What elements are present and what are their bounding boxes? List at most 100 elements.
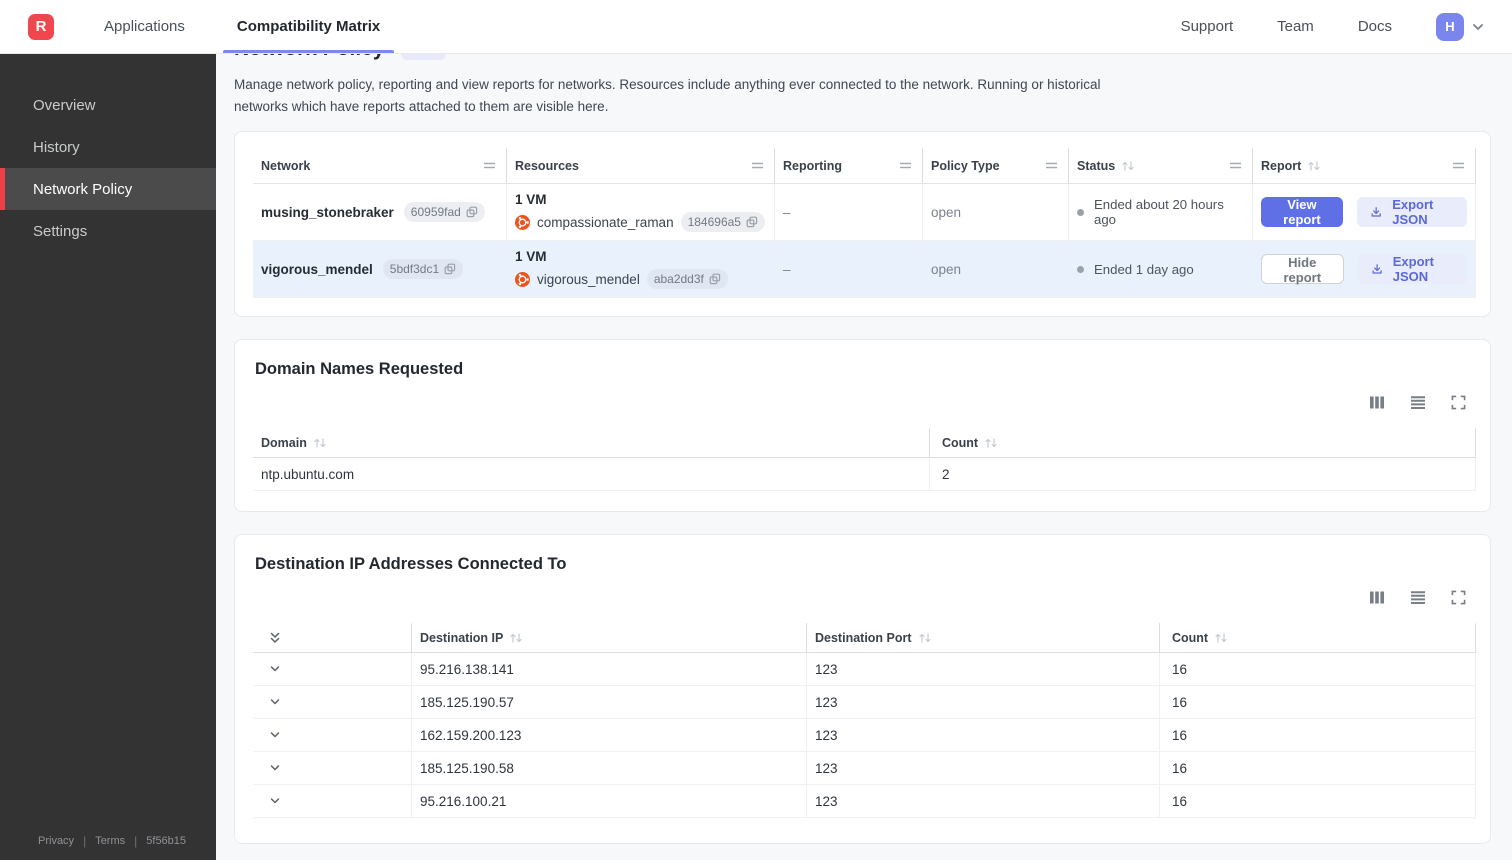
sidebar-footer: Privacy | Terms | 5f56b15 xyxy=(0,834,216,860)
rows-density-icon[interactable] xyxy=(1408,393,1428,412)
network-id-badge: 60959fad xyxy=(403,202,485,223)
column-header-network: Network xyxy=(253,148,507,184)
column-header-status[interactable]: Status xyxy=(1069,148,1253,184)
sidebar-item[interactable]: Settings xyxy=(0,210,216,252)
export-json-label: Export JSON xyxy=(1392,254,1434,285)
domains-table-header: Domain Count xyxy=(253,428,1476,459)
network-table-row: vigorous_mendel 5bdf3dc1 1 VM vigorous_m… xyxy=(253,241,1476,299)
column-menu-icon[interactable] xyxy=(483,161,496,170)
support-link[interactable]: Support xyxy=(1181,18,1234,35)
report-cell: View report Export JSON xyxy=(1253,184,1476,241)
destination-ip-cell: 95.216.138.141 xyxy=(412,653,807,686)
user-avatar[interactable]: H xyxy=(1436,12,1464,41)
expand-all-header[interactable] xyxy=(253,623,412,653)
copy-icon[interactable] xyxy=(444,263,456,275)
destination-row: 185.125.190.58 123 16 xyxy=(253,752,1476,786)
report-toggle-button[interactable]: View report xyxy=(1261,197,1343,228)
docs-link[interactable]: Docs xyxy=(1358,18,1392,35)
column-header-destination-ip[interactable]: Destination IP xyxy=(412,623,807,653)
app-logo[interactable]: R xyxy=(28,13,54,40)
topbar-right: Support Team Docs H xyxy=(1181,0,1512,53)
report-toggle-button[interactable]: Hide report xyxy=(1261,254,1344,285)
column-header-destination-port[interactable]: Destination Port xyxy=(807,623,1160,653)
download-icon xyxy=(1371,207,1381,217)
column-label: Destination IP xyxy=(420,630,504,645)
row-expander[interactable] xyxy=(253,785,412,818)
column-menu-icon[interactable] xyxy=(1452,161,1465,170)
copy-icon[interactable] xyxy=(466,206,478,218)
network-id-badge: 5bdf3dc1 xyxy=(382,259,464,280)
row-expander[interactable] xyxy=(253,719,412,752)
fullscreen-icon[interactable] xyxy=(1449,393,1468,412)
destination-ips-card: Destination IP Addresses Connected To De… xyxy=(234,534,1491,845)
column-menu-icon[interactable] xyxy=(1229,161,1242,170)
destination-card-title: Destination IP Addresses Connected To xyxy=(255,555,567,574)
chevron-down-icon xyxy=(270,699,280,705)
fullscreen-icon[interactable] xyxy=(1449,588,1468,607)
domain-names-card: Domain Names Requested Domain Count ntp.… xyxy=(234,339,1491,513)
double-chevron-down-icon xyxy=(270,632,280,643)
count-cell: 16 xyxy=(1160,686,1476,719)
sort-icon xyxy=(985,438,997,448)
resource-id: 184696a5 xyxy=(687,215,741,230)
destination-card-toolbar xyxy=(253,588,1468,607)
destinations-table-body: 95.216.138.141 123 16 185.125.190.57 123… xyxy=(253,653,1476,819)
column-label: Count xyxy=(942,435,979,450)
domain-card-title: Domain Names Requested xyxy=(255,360,464,379)
status-text: Ended 1 day ago xyxy=(1094,261,1194,277)
status-dot xyxy=(1077,265,1084,273)
destination-ip-cell: 185.125.190.57 xyxy=(412,686,807,719)
terms-link[interactable]: Terms xyxy=(95,835,125,847)
destination-row: 185.125.190.57 123 16 xyxy=(253,686,1476,720)
top-tab[interactable]: Applications xyxy=(90,0,199,53)
domain-card-toolbar xyxy=(253,393,1468,412)
sidebar-item[interactable]: Network Policy xyxy=(0,168,216,210)
divider: | xyxy=(134,834,138,848)
row-expander[interactable] xyxy=(253,653,412,686)
destination-row: 95.216.100.21 123 16 xyxy=(253,785,1476,819)
column-label: Policy Type xyxy=(931,158,1000,173)
sidebar-item[interactable]: History xyxy=(0,126,216,168)
export-json-button[interactable]: Export JSON xyxy=(1356,197,1467,228)
column-menu-icon[interactable] xyxy=(1045,161,1058,170)
destination-port-cell: 123 xyxy=(807,653,1160,686)
rows-density-icon[interactable] xyxy=(1408,588,1428,607)
column-label: Domain xyxy=(261,435,307,450)
top-navigation-bar: R Applications Compatibility Matrix Supp… xyxy=(0,0,1512,54)
sidebar-item-label: Overview xyxy=(33,96,96,114)
columns-icon[interactable] xyxy=(1367,393,1387,412)
vm-count: 1 VM xyxy=(515,192,547,208)
destination-row: 95.216.138.141 123 16 xyxy=(253,653,1476,687)
column-header-report[interactable]: Report xyxy=(1253,148,1476,184)
column-header-domain[interactable]: Domain xyxy=(253,428,930,458)
sidebar-items: Overview History Network Policy Settings xyxy=(0,84,216,252)
sort-icon xyxy=(510,633,522,643)
row-expander[interactable] xyxy=(253,686,412,719)
column-menu-icon[interactable] xyxy=(899,161,912,170)
sort-icon xyxy=(1308,161,1320,171)
copy-icon[interactable] xyxy=(709,273,721,285)
privacy-link[interactable]: Privacy xyxy=(38,835,74,847)
destination-ip-cell: 95.216.100.21 xyxy=(412,785,807,818)
domain-cell: ntp.ubuntu.com xyxy=(253,458,930,491)
top-tab[interactable]: Compatibility Matrix xyxy=(222,0,395,53)
column-label: Status xyxy=(1077,158,1116,173)
network-name: vigorous_mendel xyxy=(261,261,373,277)
resource-id-badge: 184696a5 xyxy=(680,212,765,233)
user-menu-chevron-down-icon[interactable] xyxy=(1470,19,1486,35)
copy-icon[interactable] xyxy=(746,216,758,228)
export-json-label: Export JSON xyxy=(1392,197,1434,228)
column-menu-icon[interactable] xyxy=(751,161,764,170)
column-header-count[interactable]: Count xyxy=(1160,623,1476,653)
network-id: 5bdf3dc1 xyxy=(389,262,440,277)
export-json-button[interactable]: Export JSON xyxy=(1357,254,1467,285)
chevron-down-icon xyxy=(270,798,280,804)
column-label: Destination Port xyxy=(815,630,912,645)
row-expander[interactable] xyxy=(253,752,412,785)
columns-icon[interactable] xyxy=(1367,588,1387,607)
sidebar-item[interactable]: Overview xyxy=(0,84,216,126)
destinations-table-header: Destination IP Destination Port Count xyxy=(253,623,1476,654)
team-link[interactable]: Team xyxy=(1277,18,1314,35)
chevron-down-icon xyxy=(270,765,280,771)
column-header-count[interactable]: Count xyxy=(930,428,1476,458)
